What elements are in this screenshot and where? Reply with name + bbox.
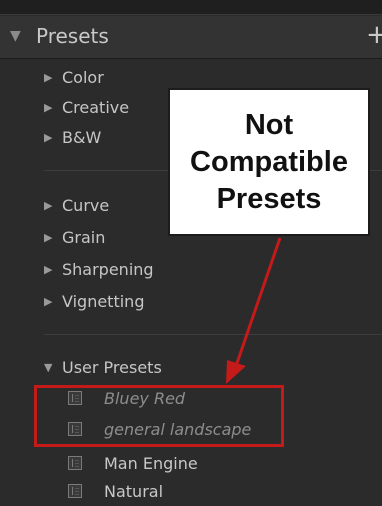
annotation-callout: Not Compatible Presets bbox=[168, 88, 370, 236]
panel-title: Presets bbox=[36, 24, 109, 48]
preset-doc-icon bbox=[68, 484, 82, 498]
preset-folder-vignetting[interactable]: ▶ Vignetting bbox=[44, 290, 144, 312]
triangle-right-icon: ▶ bbox=[44, 294, 53, 308]
triangle-right-icon: ▶ bbox=[44, 262, 53, 276]
triangle-right-icon: ▶ bbox=[44, 130, 53, 144]
callout-text: Not Compatible Presets bbox=[190, 108, 348, 215]
triangle-right-icon: ▶ bbox=[44, 70, 53, 84]
folder-label: Grain bbox=[62, 227, 106, 247]
add-preset-button[interactable]: + bbox=[366, 20, 382, 50]
triangle-down-icon[interactable]: ▼ bbox=[10, 28, 21, 44]
preset-folder-grain[interactable]: ▶ Grain bbox=[44, 226, 105, 248]
preset-item-man-engine[interactable]: Man Engine bbox=[68, 452, 198, 474]
preset-label: Man Engine bbox=[104, 453, 198, 473]
preset-doc-icon bbox=[68, 456, 82, 470]
preset-label: Natural bbox=[104, 481, 164, 501]
folder-label: Color bbox=[62, 67, 104, 87]
section-divider bbox=[44, 334, 382, 335]
folder-label: Creative bbox=[62, 97, 130, 117]
triangle-down-icon: ▼ bbox=[44, 360, 53, 374]
preset-folder-sharpening[interactable]: ▶ Sharpening bbox=[44, 258, 154, 280]
preset-folder-bw[interactable]: ▶ B&W bbox=[44, 126, 101, 148]
preset-folder-creative[interactable]: ▶ Creative bbox=[44, 96, 129, 118]
triangle-right-icon: ▶ bbox=[44, 198, 53, 212]
folder-label: User Presets bbox=[62, 357, 162, 377]
folder-label: B&W bbox=[62, 127, 102, 147]
preset-folder-user-presets[interactable]: ▼ User Presets bbox=[44, 356, 162, 378]
triangle-right-icon: ▶ bbox=[44, 230, 53, 244]
folder-label: Curve bbox=[62, 195, 110, 215]
preset-folder-curve[interactable]: ▶ Curve bbox=[44, 194, 109, 216]
presets-header[interactable]: ▼ Presets + bbox=[0, 16, 382, 59]
preset-folder-color[interactable]: ▶ Color bbox=[44, 66, 104, 88]
folder-label: Vignetting bbox=[62, 291, 145, 311]
panel-top-strip bbox=[0, 0, 382, 15]
folder-label: Sharpening bbox=[62, 259, 154, 279]
triangle-right-icon: ▶ bbox=[44, 100, 53, 114]
incompatible-highlight-box bbox=[34, 385, 284, 447]
preset-item-natural[interactable]: Natural bbox=[68, 480, 163, 502]
